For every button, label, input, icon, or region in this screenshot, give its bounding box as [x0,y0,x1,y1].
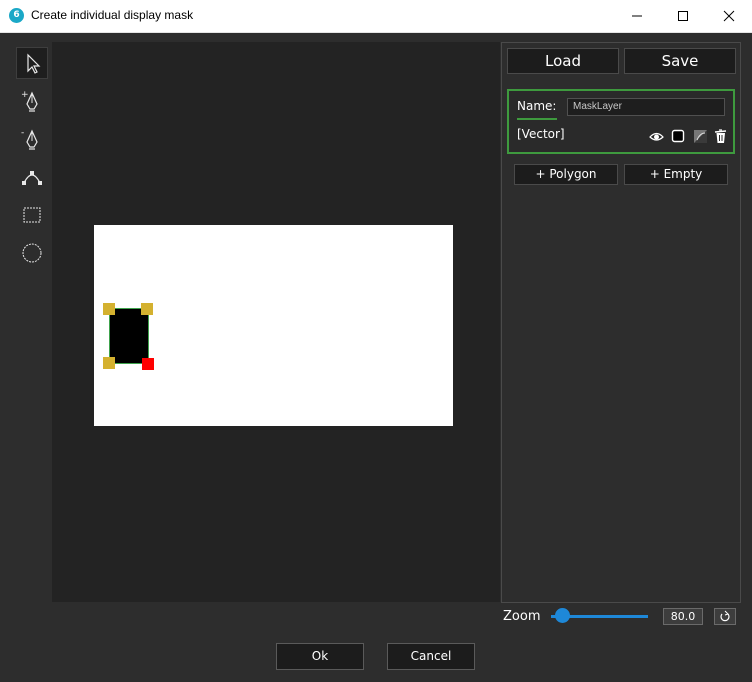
save-button[interactable]: Save [624,48,736,74]
layers-panel: Load Save Name: MaskLayer [Vector] + Pol… [501,42,741,603]
handle-top-right[interactable] [141,303,153,315]
trash-icon[interactable] [713,129,728,144]
maximize-button[interactable] [660,0,706,32]
minimize-icon [632,15,642,17]
zoom-slider-thumb[interactable] [555,608,570,623]
tool-bezier[interactable] [16,161,48,193]
add-empty-button[interactable]: + Empty [624,164,728,185]
tool-select[interactable] [16,47,48,79]
close-button[interactable] [706,0,752,32]
mask-rectangle-shape[interactable] [109,308,149,364]
rectangle-icon [23,207,41,223]
handle-bottom-left[interactable] [103,357,115,369]
ellipse-icon [22,243,42,263]
reset-icon [720,610,730,622]
maximize-icon [678,11,688,21]
zoom-value-field[interactable]: 80.0 [663,608,703,625]
bezier-curve-icon [22,171,42,185]
title-bar: 6 Create individual display mask [0,0,752,33]
layer-name-input[interactable]: MaskLayer [567,98,725,116]
tool-bar: + - [12,42,52,602]
eye-icon[interactable] [649,129,664,144]
tool-ellipse[interactable] [16,237,48,269]
layer-type-label: [Vector] [517,127,565,141]
invert-icon[interactable] [693,129,708,144]
color-swatch-icon[interactable] [671,129,686,144]
svg-text:+: + [21,90,29,100]
minimize-button[interactable] [614,0,660,32]
name-label: Name: [517,99,557,113]
app-icon: 6 [9,8,24,23]
cancel-button[interactable]: Cancel [387,643,475,670]
handle-bottom-right[interactable] [142,358,154,370]
load-button[interactable]: Load [507,48,619,74]
pen-remove-icon: - [21,128,38,150]
ok-button[interactable]: Ok [276,643,364,670]
tool-pen-remove[interactable]: - [16,123,48,155]
mask-canvas[interactable] [52,42,500,602]
handle-top-left[interactable] [103,303,115,315]
tool-pen-add[interactable]: + [16,85,48,117]
select-arrow-icon [27,53,41,74]
svg-text:-: - [21,128,24,138]
add-polygon-button[interactable]: + Polygon [514,164,618,185]
display-artboard[interactable] [94,225,453,426]
name-underline [517,118,557,120]
tool-rectangle[interactable] [16,199,48,231]
pen-add-icon: + [21,90,38,112]
close-icon [723,10,735,22]
zoom-reset-button[interactable] [714,608,736,625]
window-title: Create individual display mask [31,8,194,22]
mask-layer-item[interactable]: Name: MaskLayer [Vector] [507,89,735,154]
zoom-label: Zoom [503,609,541,624]
